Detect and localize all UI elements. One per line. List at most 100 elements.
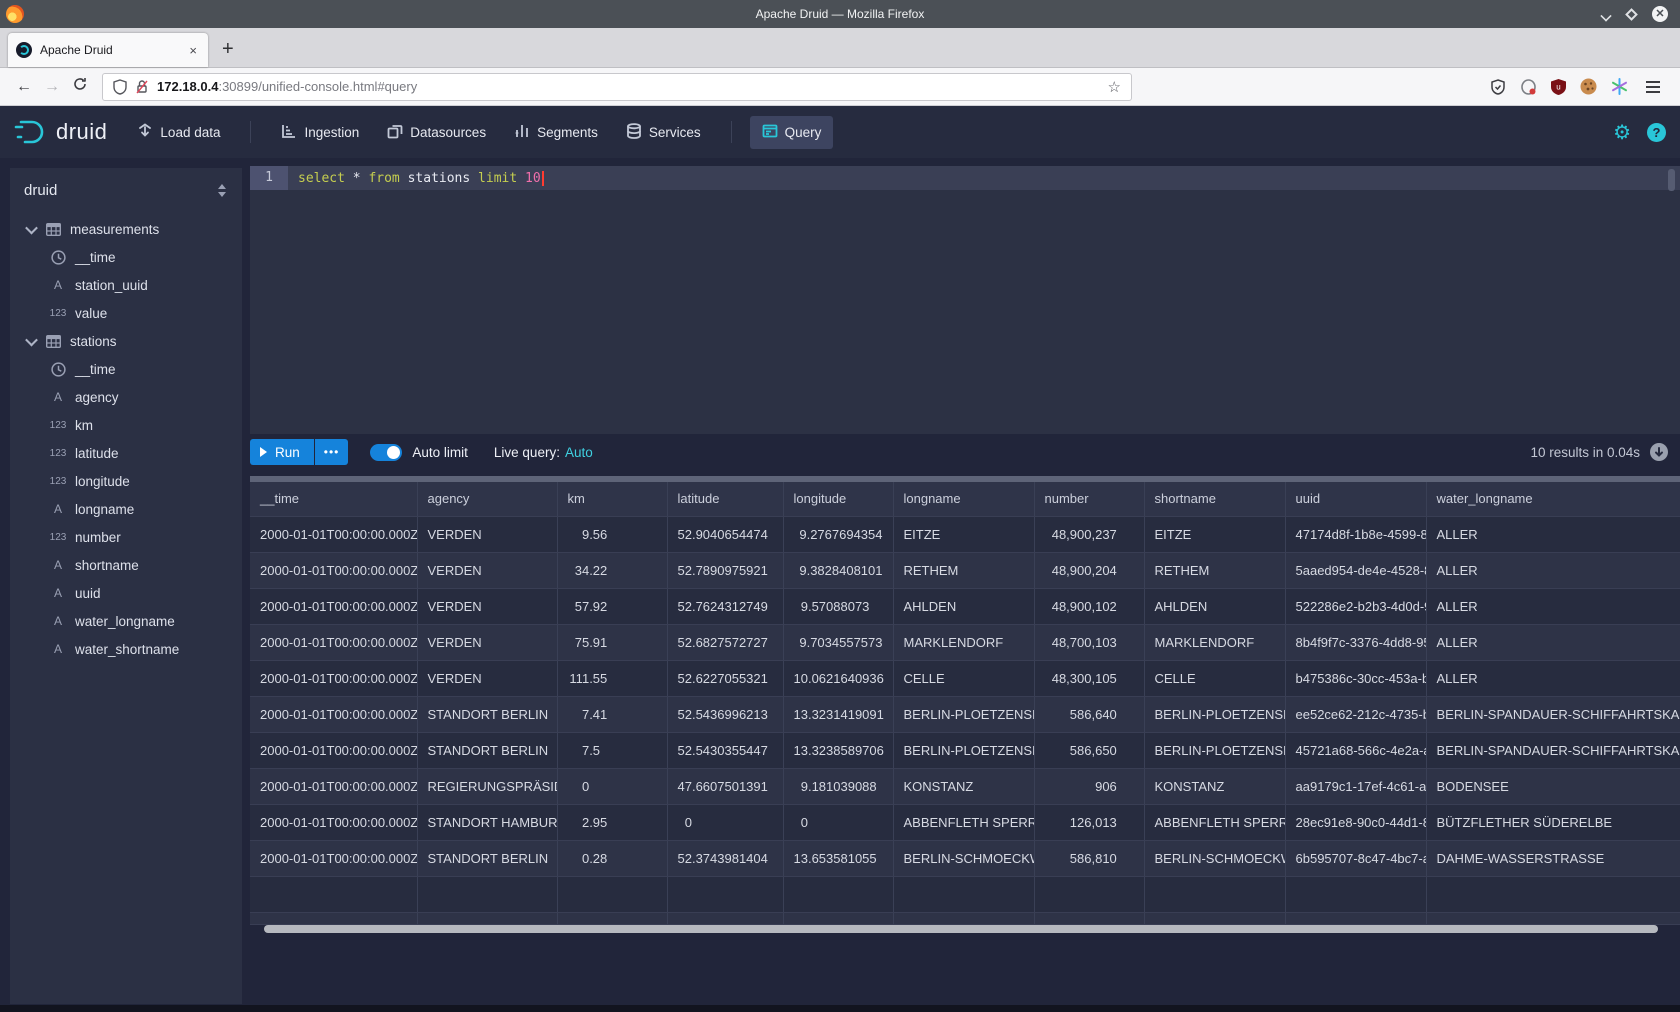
cell-km[interactable]: 9.56 — [557, 516, 667, 552]
cell-__time[interactable]: 2000-01-01T00:00:00.000Z — [250, 804, 417, 840]
column-header-latitude[interactable]: latitude — [667, 482, 783, 516]
cell-latitude[interactable]: 52.9040654474 — [667, 516, 783, 552]
cell-agency[interactable]: STANDORT BERLIN — [417, 696, 557, 732]
cell-agency[interactable]: STANDORT BERLIN — [417, 840, 557, 876]
cell-__time[interactable]: 2000-01-01T00:00:00.000Z — [250, 552, 417, 588]
cell-water_longname[interactable]: DAHME-WASSERSTRASSE — [1426, 840, 1680, 876]
cell-__time[interactable]: 2000-01-01T00:00:00.000Z — [250, 696, 417, 732]
column-header-longname[interactable]: longname — [893, 482, 1034, 516]
cell-number[interactable]: 586,640 — [1034, 696, 1144, 732]
cell-uuid[interactable]: b475386c-30cc-453a-b3 — [1285, 660, 1426, 696]
cell-km[interactable]: 34.22 — [557, 552, 667, 588]
cell-shortname[interactable]: ABBENFLETH SPERRWERK AP — [1144, 804, 1285, 840]
cell-longitude[interactable]: 0 — [783, 804, 893, 840]
reload-button[interactable] — [66, 77, 94, 96]
cell-longitude[interactable]: 13.3238589706 — [783, 732, 893, 768]
tree-column-water_shortname[interactable]: Awater_shortname — [10, 635, 242, 663]
extension-cookie-icon[interactable] — [1580, 78, 1597, 95]
cell-longitude[interactable]: 9.2767694354 — [783, 516, 893, 552]
run-more-button[interactable]: ••• — [315, 439, 349, 465]
cell-longitude[interactable]: 13.3231419091 — [783, 696, 893, 732]
cell-uuid[interactable]: 8b4f9f7c-3376-4dd8-95 — [1285, 624, 1426, 660]
cell-km[interactable]: 7.41 — [557, 696, 667, 732]
cell-shortname[interactable]: BERLIN-PLOETZENSEE OP — [1144, 696, 1285, 732]
cell-uuid[interactable]: 47174d8f-1b8e-4599-8a — [1285, 516, 1426, 552]
cell-number[interactable]: 586,810 — [1034, 840, 1144, 876]
column-header-uuid[interactable]: uuid — [1285, 482, 1426, 516]
cell-number[interactable]: 586,650 — [1034, 732, 1144, 768]
nav-item-services[interactable]: Services — [614, 116, 713, 149]
cell-km[interactable]: 0 — [557, 768, 667, 804]
cell-number[interactable]: 48,900,237 — [1034, 516, 1144, 552]
cell-longitude[interactable]: 9.7034557573 — [783, 624, 893, 660]
cell-uuid[interactable]: 6b595707-8c47-4bc7-a8 — [1285, 840, 1426, 876]
cell-longname[interactable]: EITZE — [893, 516, 1034, 552]
cell-latitude[interactable]: 52.7624312749 — [667, 588, 783, 624]
cell-shortname[interactable]: EITZE — [1144, 516, 1285, 552]
bookmark-star-icon[interactable]: ☆ — [1108, 78, 1121, 96]
cell-longname[interactable]: AHLDEN — [893, 588, 1034, 624]
cell-number[interactable]: 906 — [1034, 768, 1144, 804]
cell-km[interactable]: 0.28 — [557, 840, 667, 876]
cell-uuid[interactable]: 45721a68-566c-4e2a-a6 — [1285, 732, 1426, 768]
column-header-longitude[interactable]: longitude — [783, 482, 893, 516]
cell-water_longname[interactable]: BODENSEE — [1426, 768, 1680, 804]
cell-km[interactable]: 111.55 — [557, 660, 667, 696]
cell-longname[interactable]: BERLIN-PLOETZENSEE UP — [893, 732, 1034, 768]
cell-longname[interactable]: RETHEM — [893, 552, 1034, 588]
cell-water_longname[interactable]: BERLIN-SPANDAUER-SCHIFFAHRTSKANAL — [1426, 696, 1680, 732]
cell-latitude[interactable]: 52.3743981404 — [667, 840, 783, 876]
cell-agency[interactable]: VERDEN — [417, 516, 557, 552]
cell-longname[interactable]: MARKLENDORF — [893, 624, 1034, 660]
cell-shortname[interactable]: BERLIN-SCHMOECKWITZ — [1144, 840, 1285, 876]
tab-close-icon[interactable]: × — [186, 43, 200, 58]
run-button[interactable]: Run — [250, 439, 314, 465]
cell-__time[interactable]: 2000-01-01T00:00:00.000Z — [250, 732, 417, 768]
nav-item-query[interactable]: Query — [750, 116, 834, 149]
cell-latitude[interactable]: 52.6227055321 — [667, 660, 783, 696]
cell-water_longname[interactable]: BERLIN-SPANDAUER-SCHIFFAHRTSKANAL — [1426, 732, 1680, 768]
window-close-icon[interactable]: ✕ — [1652, 6, 1668, 22]
settings-gear-icon[interactable]: ⚙ — [1613, 120, 1631, 145]
column-header-shortname[interactable]: shortname — [1144, 482, 1285, 516]
column-header-water_longname[interactable]: water_longname — [1426, 482, 1680, 516]
tree-column-water_longname[interactable]: Awater_longname — [10, 607, 242, 635]
help-icon[interactable]: ? — [1647, 123, 1666, 142]
tracking-shield-icon[interactable] — [113, 79, 127, 95]
cell-__time[interactable]: 2000-01-01T00:00:00.000Z — [250, 840, 417, 876]
cell-water_longname[interactable]: ALLER — [1426, 552, 1680, 588]
extension-shield-icon[interactable] — [1490, 79, 1506, 95]
chevron-down-icon[interactable] — [25, 333, 38, 346]
cell-__time[interactable]: 2000-01-01T00:00:00.000Z — [250, 768, 417, 804]
back-button[interactable]: ← — [10, 78, 38, 96]
tree-column-value[interactable]: 123value — [10, 299, 242, 327]
nav-item-datasources[interactable]: Datasources — [375, 116, 498, 149]
horizontal-scrollbar[interactable] — [264, 925, 1658, 933]
nav-item-ingestion[interactable]: Ingestion — [269, 116, 371, 149]
cell-latitude[interactable]: 52.5436996213 — [667, 696, 783, 732]
cell-longitude[interactable]: 9.57088073 — [783, 588, 893, 624]
cell-__time[interactable]: 2000-01-01T00:00:00.000Z — [250, 516, 417, 552]
cell-longitude[interactable]: 13.653581055 — [783, 840, 893, 876]
cell-__time[interactable]: 2000-01-01T00:00:00.000Z — [250, 624, 417, 660]
extension-snowflake-icon[interactable] — [1611, 78, 1628, 95]
insecure-lock-icon[interactable] — [135, 79, 149, 95]
cell-shortname[interactable]: BERLIN-PLOETZENSEE UP — [1144, 732, 1285, 768]
window-maximize-icon[interactable] — [1625, 8, 1638, 21]
nav-item-load-data[interactable]: Load data — [125, 116, 232, 149]
cell-longname[interactable]: ABBENFLETH SPERRWERK AP — [893, 804, 1034, 840]
tree-column-shortname[interactable]: Ashortname — [10, 551, 242, 579]
schema-name[interactable]: druid — [24, 182, 218, 199]
cell-longname[interactable]: KONSTANZ — [893, 768, 1034, 804]
cell-number[interactable]: 48,900,204 — [1034, 552, 1144, 588]
url-bar[interactable]: 172.18.0.4:30899/unified-console.html#qu… — [102, 73, 1132, 101]
cell-water_longname[interactable]: ALLER — [1426, 624, 1680, 660]
cell-water_longname[interactable]: ALLER — [1426, 516, 1680, 552]
tree-table-stations[interactable]: stations — [10, 327, 242, 355]
cell-shortname[interactable]: CELLE — [1144, 660, 1285, 696]
cell-longitude[interactable]: 9.181039088 — [783, 768, 893, 804]
tree-column-station_uuid[interactable]: Astation_uuid — [10, 271, 242, 299]
column-header-number[interactable]: number — [1034, 482, 1144, 516]
query-editor[interactable]: 1 select * from stations limit 10 — [250, 166, 1680, 434]
cell-km[interactable]: 2.95 — [557, 804, 667, 840]
